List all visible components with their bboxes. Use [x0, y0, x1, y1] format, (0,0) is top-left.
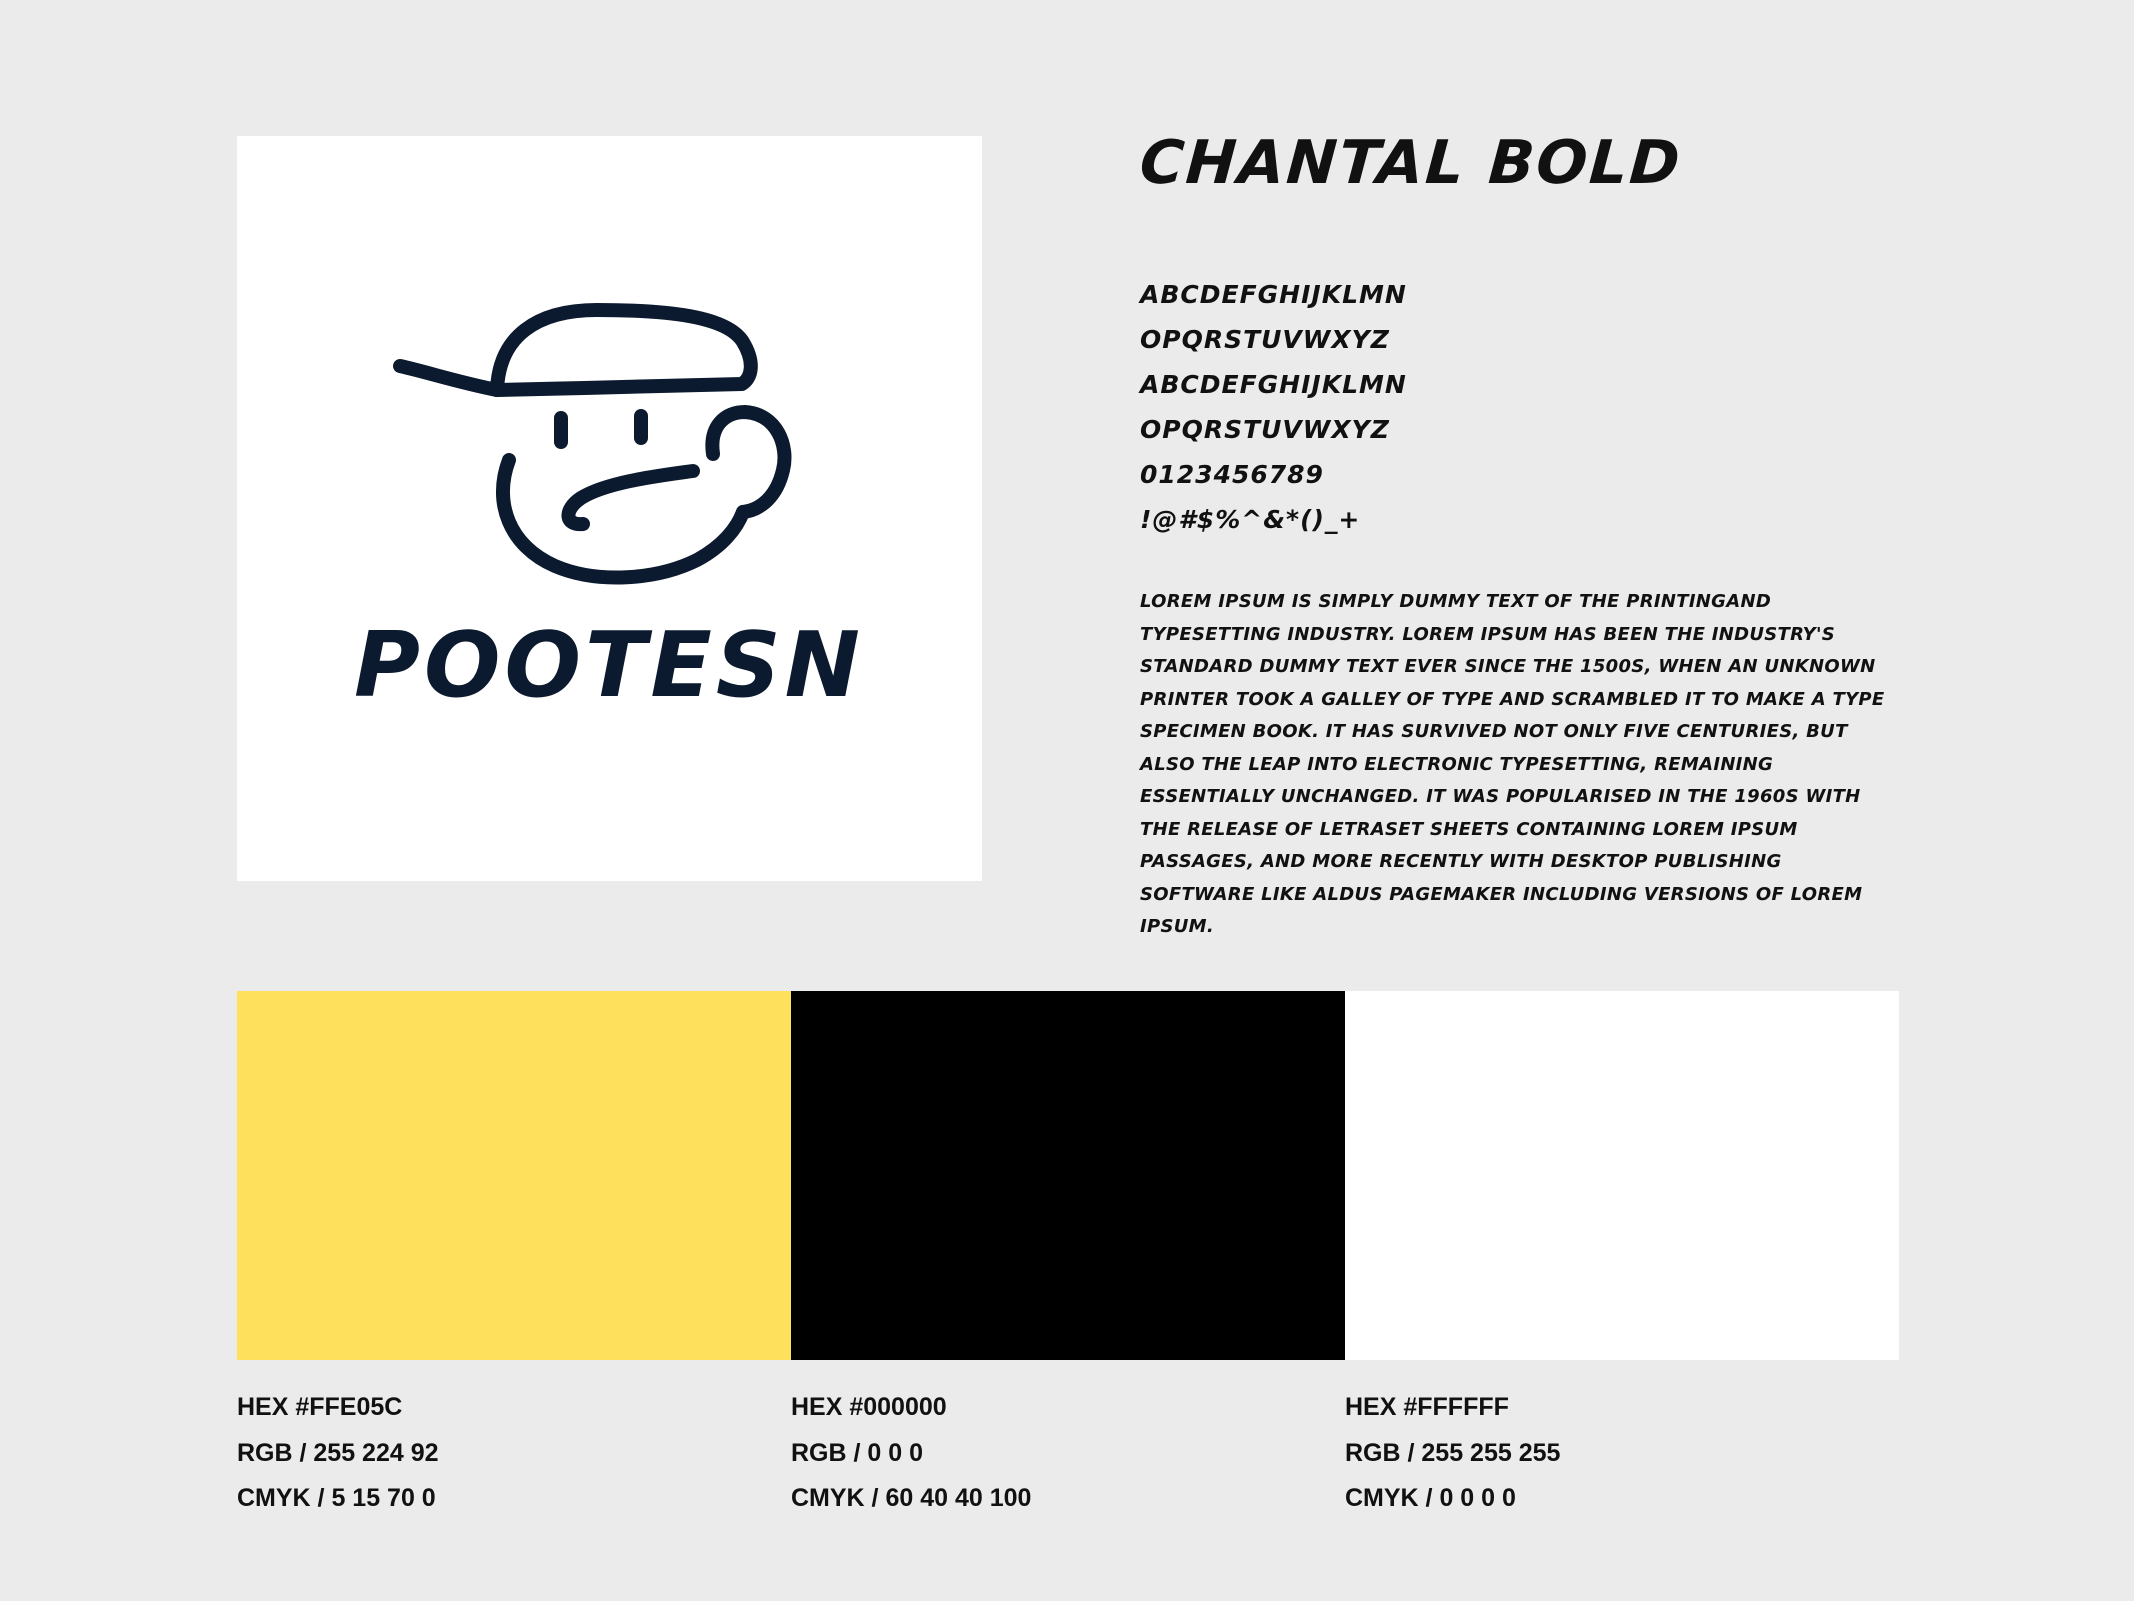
hex-value: HEX #FFE05C [237, 1393, 403, 1421]
rgb-value: RGB / 0 0 0 [791, 1438, 923, 1467]
glyph-line-uppercase-2: OPQRSTUVWXYZ [1140, 325, 1390, 354]
swatch-yellow [237, 991, 791, 1360]
swatch-info-row: HEX #FFE05C RGB / 255 224 92 CMYK / 5 15… [237, 1385, 1899, 1522]
font-name-heading: CHANTAL BOLD [1137, 128, 1684, 198]
swatch-black [791, 991, 1345, 1360]
cap-face-mascot-icon: POOTESN [354, 303, 864, 718]
glyph-line-digits: 0123456789 [1140, 460, 1324, 489]
hex-value: HEX #000000 [791, 1393, 947, 1421]
swatch-white [1345, 991, 1899, 1360]
glyph-line-lowercase-2: OPQRSTUVWXYZ [1140, 415, 1390, 444]
glyph-specimen: ABCDEFGHIJKLMN OPQRSTUVWXYZ ABCDEFGHIJKL… [1140, 272, 1407, 542]
rgb-value: RGB / 255 255 255 [1345, 1438, 1561, 1467]
cmyk-value: CMYK / 60 40 40 100 [791, 1484, 1032, 1512]
cap-brim [393, 359, 504, 397]
glyph-line-lowercase-1: ABCDEFGHIJKLMN [1140, 370, 1407, 399]
rgb-value: RGB / 255 224 92 [237, 1438, 439, 1467]
cap-crown [490, 303, 758, 397]
mouth [561, 464, 700, 532]
swatch-info-yellow: HEX #FFE05C RGB / 255 224 92 CMYK / 5 15… [237, 1385, 791, 1522]
glyph-line-uppercase-1: ABCDEFGHIJKLMN [1140, 280, 1407, 309]
ear [705, 405, 792, 519]
glyph-line-symbols: !@#$%^&*()_+ [1140, 505, 1361, 534]
hex-value: HEX #FFFFFF [1345, 1393, 1509, 1421]
cmyk-value: CMYK / 5 15 70 0 [237, 1484, 436, 1512]
swatch-info-white: HEX #FFFFFF RGB / 255 255 255 CMYK / 0 0… [1345, 1385, 1899, 1522]
logo-wordmark: POOTESN [354, 613, 864, 718]
logo-card: POOTESN [237, 136, 982, 881]
color-swatches [237, 991, 1899, 1360]
cmyk-value: CMYK / 0 0 0 0 [1345, 1484, 1516, 1512]
swatch-info-black: HEX #000000 RGB / 0 0 0 CMYK / 60 40 40 … [791, 1385, 1345, 1522]
sample-paragraph: Lorem Ipsum is simply dummy text of the … [1140, 591, 1885, 937]
